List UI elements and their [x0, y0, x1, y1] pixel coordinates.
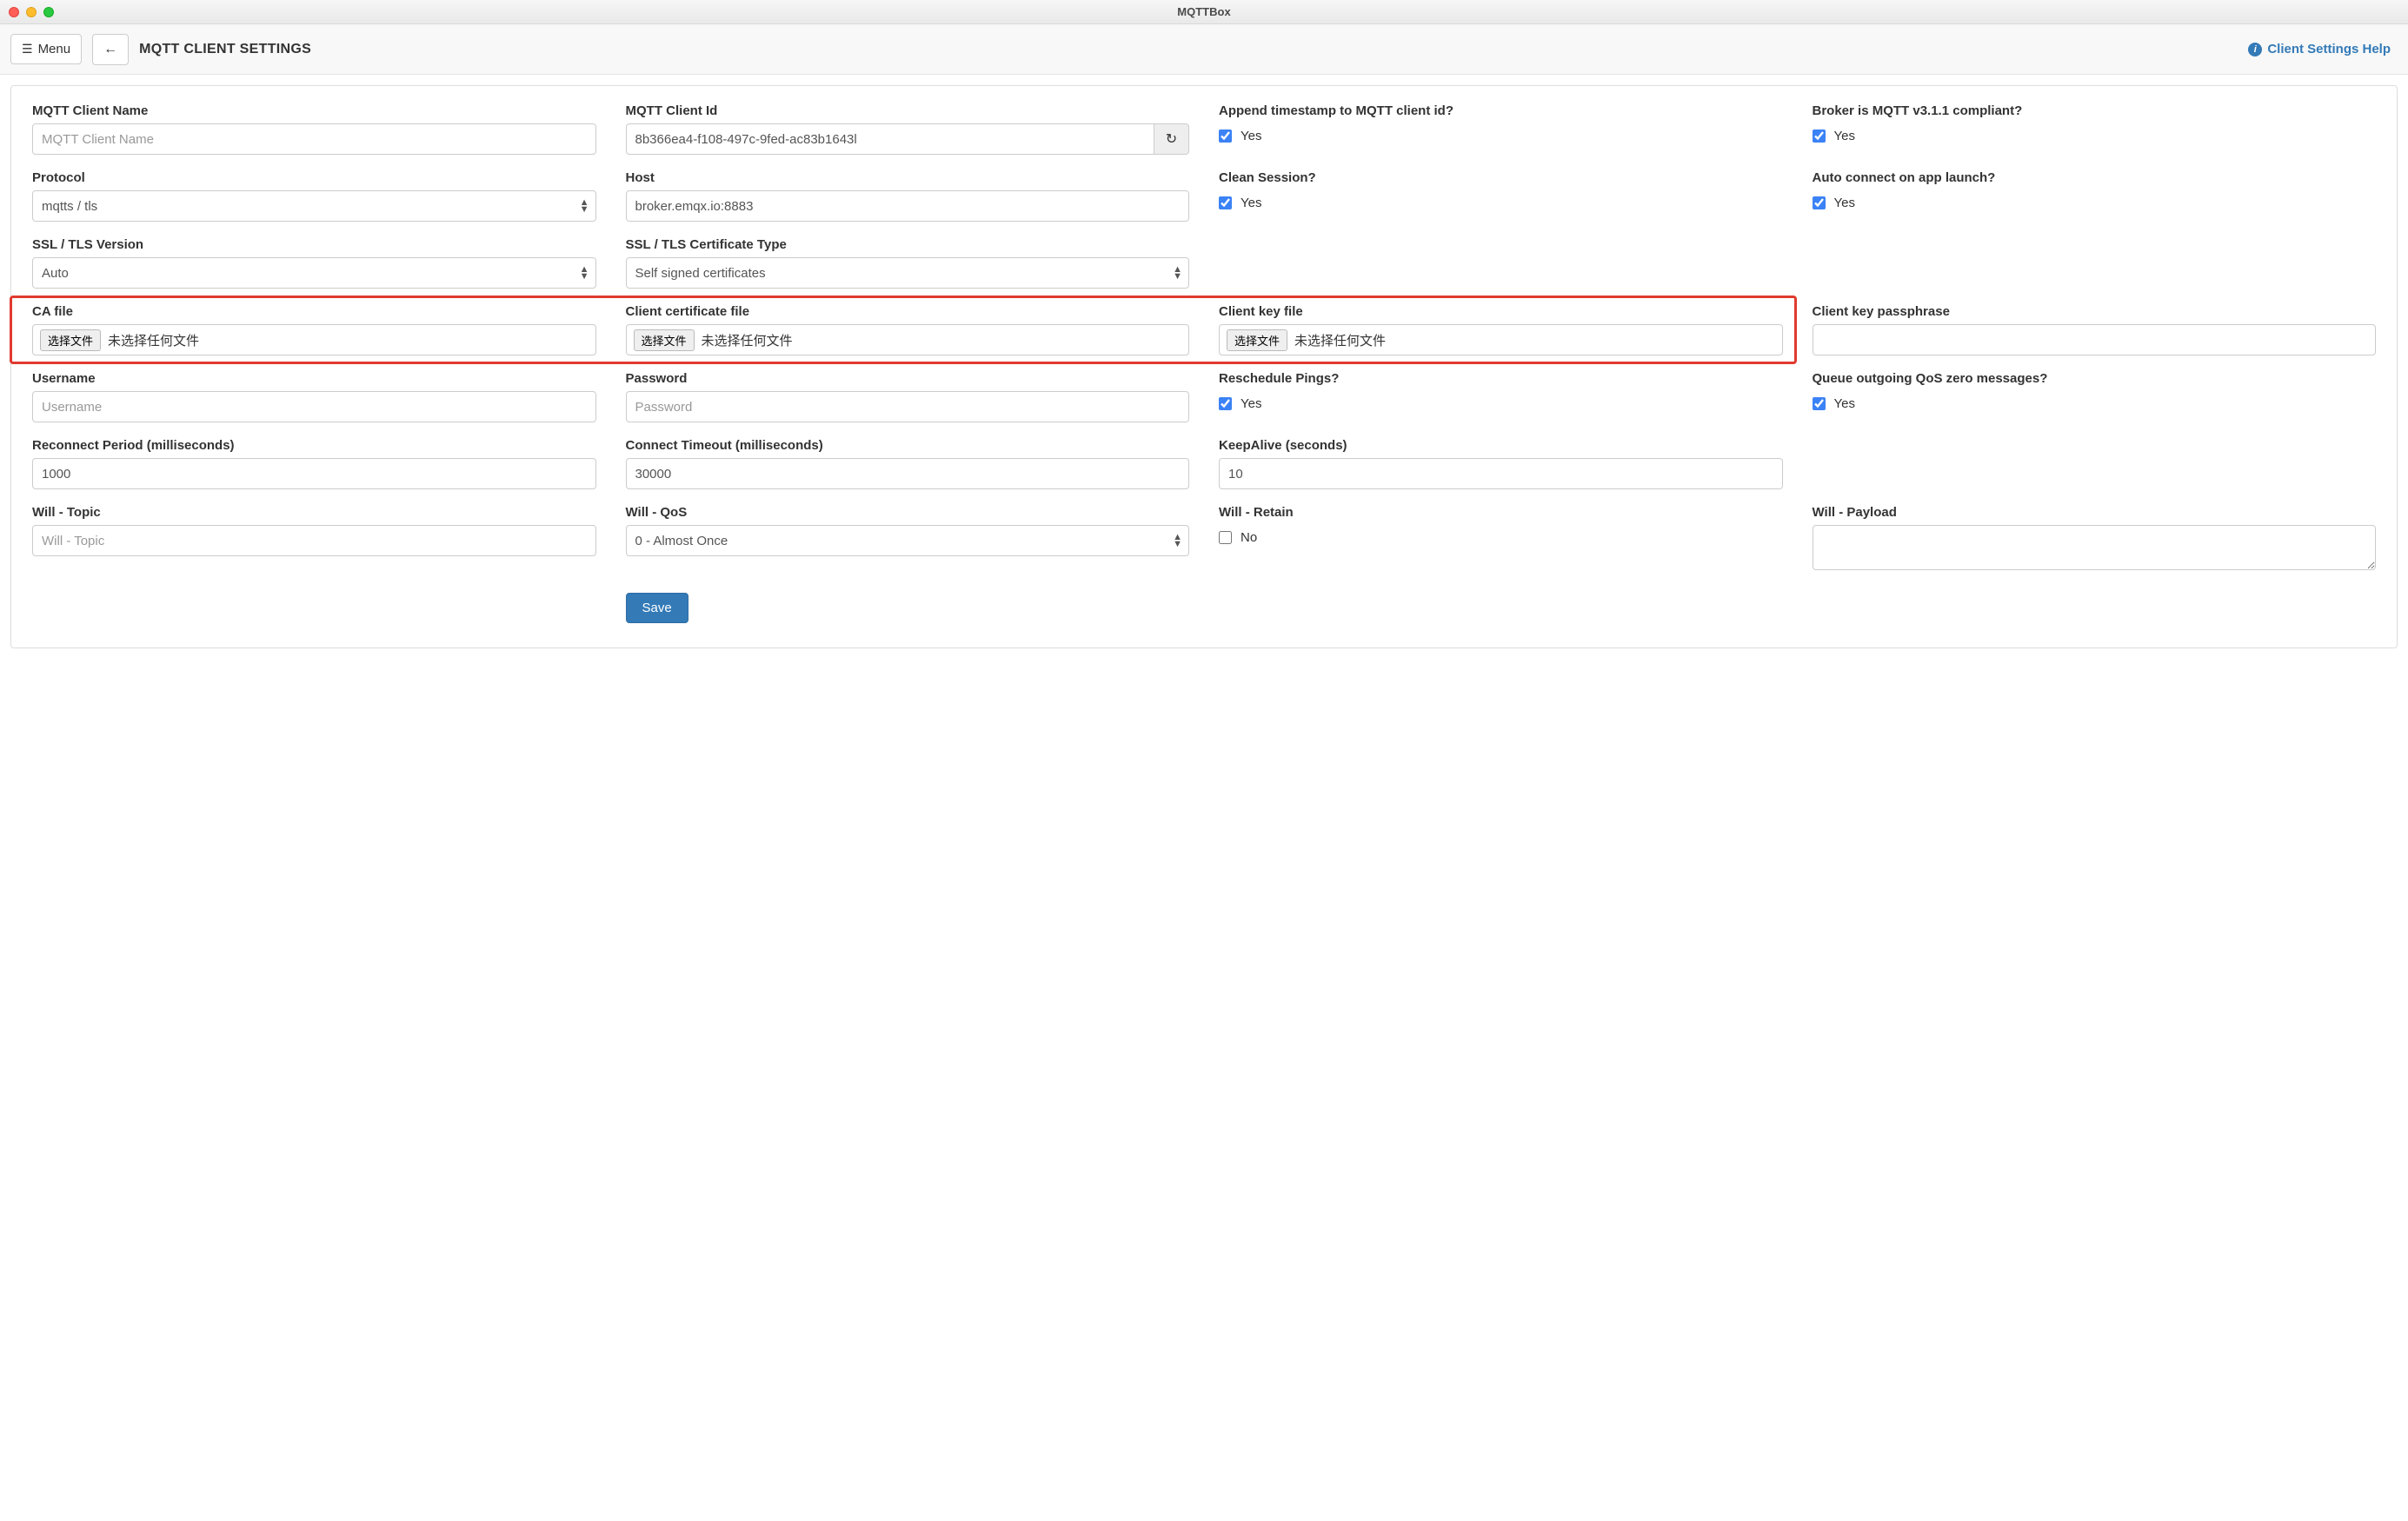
client-key-passphrase-label: Client key passphrase: [1813, 304, 2377, 319]
append-timestamp-checkbox[interactable]: [1219, 130, 1232, 143]
will-payload-label: Will - Payload: [1813, 505, 2377, 520]
reschedule-pings-checkbox[interactable]: [1219, 397, 1232, 410]
client-name-input[interactable]: [32, 123, 596, 155]
toolbar: Menu MQTT CLIENT SETTINGS i Client Setti…: [0, 24, 2408, 75]
client-key-choose-button[interactable]: 选择文件: [1227, 329, 1287, 351]
ca-file-input[interactable]: 选择文件 未选择任何文件: [32, 324, 596, 355]
titlebar: MQTTBox: [0, 0, 2408, 24]
regenerate-client-id-button[interactable]: [1154, 123, 1189, 155]
append-timestamp-label: Append timestamp to MQTT client id?: [1219, 103, 1783, 118]
will-payload-textarea[interactable]: [1813, 525, 2377, 570]
will-topic-input[interactable]: [32, 525, 596, 556]
ssl-cert-type-label: SSL / TLS Certificate Type: [626, 237, 1190, 252]
breadcrumb: MQTT CLIENT SETTINGS: [139, 42, 311, 57]
client-cert-file-input[interactable]: 选择文件 未选择任何文件: [626, 324, 1190, 355]
reconnect-period-label: Reconnect Period (milliseconds): [32, 438, 596, 453]
will-qos-select[interactable]: 0 - Almost Once: [626, 525, 1190, 556]
window-controls: [9, 7, 54, 17]
host-input[interactable]: [626, 190, 1190, 222]
client-key-passphrase-input[interactable]: [1813, 324, 2377, 355]
client-cert-file-status: 未选择任何文件: [702, 331, 793, 349]
will-retain-no: No: [1241, 530, 1257, 545]
window-title: MQTTBox: [0, 5, 2408, 18]
reconnect-period-input[interactable]: [32, 458, 596, 489]
client-key-file-status: 未选择任何文件: [1294, 331, 1386, 349]
refresh-icon: [1166, 130, 1177, 148]
password-input[interactable]: [626, 391, 1190, 422]
will-topic-label: Will - Topic: [32, 505, 596, 520]
certificate-files-row: CA file 选择文件 未选择任何文件 Client certificate …: [32, 304, 1783, 355]
settings-panel: MQTT Client Name MQTT Client Id Append t…: [10, 85, 2398, 648]
queue-qos0-yes: Yes: [1834, 396, 1855, 411]
reschedule-pings-label: Reschedule Pings?: [1219, 371, 1783, 386]
will-retain-label: Will - Retain: [1219, 505, 1783, 520]
reschedule-pings-yes: Yes: [1241, 396, 1261, 411]
connect-timeout-label: Connect Timeout (milliseconds): [626, 438, 1190, 453]
client-id-label: MQTT Client Id: [626, 103, 1190, 118]
client-id-input[interactable]: [626, 123, 1155, 155]
keepalive-label: KeepAlive (seconds): [1219, 438, 1783, 453]
protocol-select[interactable]: mqtts / tls: [32, 190, 596, 222]
help-link-label: Client Settings Help: [2267, 42, 2391, 56]
close-icon[interactable]: [9, 7, 19, 17]
username-input[interactable]: [32, 391, 596, 422]
auto-connect-yes: Yes: [1834, 196, 1855, 210]
protocol-label: Protocol: [32, 170, 596, 185]
client-settings-help-link[interactable]: i Client Settings Help: [2248, 42, 2391, 56]
username-label: Username: [32, 371, 596, 386]
will-qos-label: Will - QoS: [626, 505, 1190, 520]
ssl-version-label: SSL / TLS Version: [32, 237, 596, 252]
queue-qos0-label: Queue outgoing QoS zero messages?: [1813, 371, 2377, 386]
ssl-version-select[interactable]: Auto: [32, 257, 596, 289]
append-timestamp-yes: Yes: [1241, 129, 1261, 143]
ca-file-choose-button[interactable]: 选择文件: [40, 329, 101, 351]
queue-qos0-checkbox[interactable]: [1813, 397, 1826, 410]
client-key-file-label: Client key file: [1219, 304, 1783, 319]
ssl-cert-type-select[interactable]: Self signed certificates: [626, 257, 1190, 289]
info-icon: i: [2248, 43, 2262, 56]
client-cert-file-label: Client certificate file: [626, 304, 1190, 319]
connect-timeout-input[interactable]: [626, 458, 1190, 489]
broker-compliant-checkbox[interactable]: [1813, 130, 1826, 143]
arrow-left-icon: [103, 42, 117, 57]
client-key-file-input[interactable]: 选择文件 未选择任何文件: [1219, 324, 1783, 355]
maximize-icon[interactable]: [43, 7, 54, 17]
save-button[interactable]: Save: [626, 593, 688, 623]
hamburger-icon: [22, 42, 33, 56]
clean-session-label: Clean Session?: [1219, 170, 1783, 185]
back-button[interactable]: [92, 34, 129, 65]
ca-file-label: CA file: [32, 304, 596, 319]
host-label: Host: [626, 170, 1190, 185]
auto-connect-checkbox[interactable]: [1813, 196, 1826, 209]
broker-compliant-yes: Yes: [1834, 129, 1855, 143]
auto-connect-label: Auto connect on app launch?: [1813, 170, 2377, 185]
clean-session-yes: Yes: [1241, 196, 1261, 210]
client-cert-choose-button[interactable]: 选择文件: [634, 329, 695, 351]
keepalive-input[interactable]: [1219, 458, 1783, 489]
clean-session-checkbox[interactable]: [1219, 196, 1232, 209]
minimize-icon[interactable]: [26, 7, 37, 17]
menu-button[interactable]: Menu: [10, 34, 82, 64]
client-name-label: MQTT Client Name: [32, 103, 596, 118]
broker-compliant-label: Broker is MQTT v3.1.1 compliant?: [1813, 103, 2377, 118]
menu-button-label: Menu: [38, 42, 71, 56]
password-label: Password: [626, 371, 1190, 386]
ca-file-status: 未选择任何文件: [108, 331, 199, 349]
will-retain-checkbox[interactable]: [1219, 531, 1232, 544]
